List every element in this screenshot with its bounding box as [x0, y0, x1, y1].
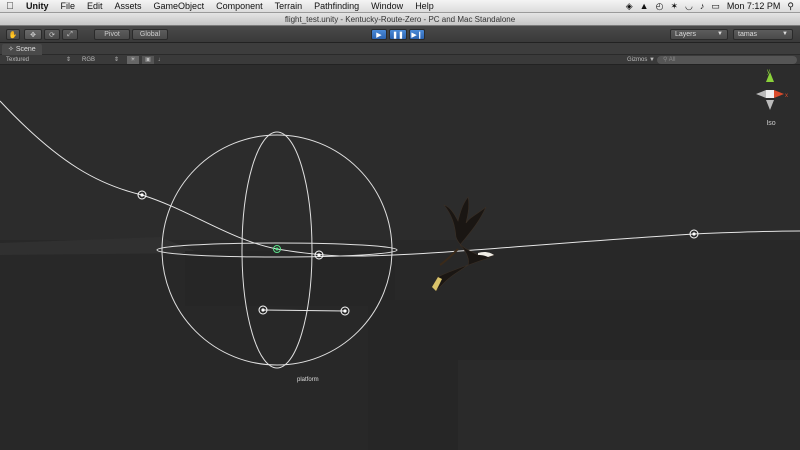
window-title: flight_test.unity - Kentucky-Route-Zero … — [284, 15, 516, 24]
scene-search-input[interactable]: ⚲ All — [657, 56, 797, 64]
chevron-updown-icon: ⇕ — [114, 57, 120, 63]
scene-tab-bar: ✧ Scene — [0, 43, 800, 55]
battery-icon[interactable]: ▭ — [711, 1, 720, 12]
orientation-gizmo[interactable]: y x — [752, 68, 788, 116]
ground-shading — [0, 237, 200, 255]
scene-options-bar: Textured ⇕ RGB ⇕ ☀ ▣ ♩ Gizmos ▼ ⚲ All — [0, 55, 800, 65]
chevron-down-icon: ▼ — [782, 31, 788, 37]
scene-viewport[interactable]: platform — [0, 65, 800, 450]
play-button[interactable]: ▶ — [371, 29, 387, 40]
render-mode-dropdown[interactable]: Textured — [6, 56, 29, 64]
menu-app[interactable]: Unity — [20, 1, 55, 11]
play-icon: ▶ — [376, 31, 382, 39]
volume-icon[interactable]: ♪ — [700, 1, 705, 11]
gizmos-label: Gizmos — [627, 57, 648, 63]
apple-menu-icon[interactable]:  — [0, 1, 20, 12]
pivot-label: Pivot — [104, 31, 120, 38]
move-tool-button[interactable]: ✥ — [24, 29, 42, 40]
global-toggle-button[interactable]: Global — [132, 29, 168, 40]
wifi-icon[interactable]: ◡ — [685, 1, 693, 12]
path-control-point[interactable] — [137, 190, 147, 200]
neg-y-axis-cone[interactable] — [766, 100, 774, 110]
step-button[interactable]: ▶❙ — [409, 29, 425, 40]
time-machine-icon[interactable]: ◴ — [656, 1, 664, 12]
hand-tool-button[interactable]: ✋ — [6, 29, 20, 40]
audio-toggle-icon[interactable]: ♩ — [158, 56, 164, 64]
tab-scene[interactable]: ✧ Scene — [2, 44, 42, 55]
color-mode-dropdown[interactable]: RGB — [82, 56, 95, 64]
scene-tab-icon: ✧ — [8, 46, 14, 53]
gizmo-y-label: y — [767, 69, 770, 75]
menubar-status-area: ◈ ▲ ◴ ✶ ◡ ♪ ▭ Mon 7:12 PM ⚲ — [626, 1, 800, 12]
scale-icon: ⤢ — [67, 30, 73, 38]
rotate-tool-button[interactable]: ⟳ — [44, 29, 60, 40]
x-axis-cone[interactable] — [774, 90, 784, 98]
flight-path-curve — [0, 100, 800, 257]
step-icon: ▶❙ — [411, 31, 423, 39]
pivot-toggle-button[interactable]: Pivot — [94, 29, 130, 40]
platform-label: platform — [297, 377, 319, 383]
scene-canvas[interactable] — [0, 65, 800, 450]
layers-dropdown[interactable]: Layers ▼ — [670, 29, 728, 40]
menu-help[interactable]: Help — [409, 1, 440, 11]
main-toolbar: ✋ ✥ ⟳ ⤢ Pivot Global ▶ ❚❚ ▶❙ Layers ▼ ta… — [0, 26, 800, 43]
chevron-updown-icon: ⇕ — [66, 57, 72, 63]
os-menubar:  Unity File Edit Assets GameObject Comp… — [0, 0, 800, 13]
gizmos-dropdown[interactable]: Gizmos ▼ — [627, 56, 655, 64]
hand-icon: ✋ — [8, 31, 18, 39]
image-effects-toggle-icon[interactable]: ▣ — [142, 56, 154, 64]
global-label: Global — [139, 31, 161, 38]
menu-edit[interactable]: Edit — [81, 1, 109, 11]
projection-mode-label[interactable]: Iso — [757, 120, 785, 127]
rotate-icon: ⟳ — [49, 31, 55, 39]
search-placeholder: All — [668, 57, 676, 63]
menu-component[interactable]: Component — [210, 1, 269, 11]
gizmo-x-label: x — [785, 93, 788, 99]
pause-button[interactable]: ❚❚ — [389, 29, 407, 40]
dropbox-icon[interactable]: ◈ — [626, 1, 633, 12]
move-icon: ✥ — [30, 31, 36, 39]
center-cube[interactable] — [766, 90, 774, 98]
scale-tool-button[interactable]: ⤢ — [62, 29, 78, 40]
neg-x-axis-cone[interactable] — [756, 90, 766, 98]
layers-label: Layers — [675, 31, 697, 38]
layout-label: tamas — [738, 31, 758, 38]
lighting-toggle-icon[interactable]: ☀ — [127, 56, 139, 64]
menu-window[interactable]: Window — [365, 1, 409, 11]
menu-terrain[interactable]: Terrain — [269, 1, 309, 11]
menu-assets[interactable]: Assets — [109, 1, 148, 11]
menu-pathfinding[interactable]: Pathfinding — [308, 1, 365, 11]
menubar-clock[interactable]: Mon 7:12 PM — [727, 1, 781, 11]
pause-icon: ❚❚ — [392, 31, 404, 39]
window-titlebar: flight_test.unity - Kentucky-Route-Zero … — [0, 13, 800, 26]
menu-file[interactable]: File — [55, 1, 82, 11]
lower-block-face — [458, 360, 800, 450]
chevron-down-icon: ▼ — [717, 31, 723, 37]
platform-block-shadow — [185, 251, 395, 306]
layout-dropdown[interactable]: tamas ▼ — [733, 29, 793, 40]
menu-gameobject[interactable]: GameObject — [148, 1, 211, 11]
spotlight-search-icon[interactable]: ⚲ — [787, 1, 794, 12]
scene-tab-label: Scene — [15, 46, 36, 53]
bluetooth-icon[interactable]: ✶ — [670, 1, 678, 12]
search-icon: ⚲ — [663, 57, 668, 63]
vpn-icon[interactable]: ▲ — [640, 1, 649, 11]
